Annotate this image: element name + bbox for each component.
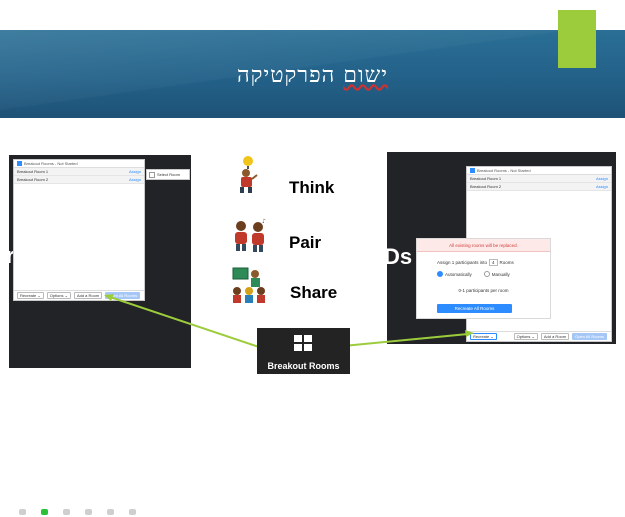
participants-icon[interactable] bbox=[63, 509, 70, 515]
mic-icon[interactable] bbox=[19, 509, 26, 515]
share-screen-icon[interactable] bbox=[41, 509, 48, 515]
grid-icon bbox=[294, 335, 312, 351]
record-icon[interactable] bbox=[107, 509, 114, 515]
breakout-rooms-button[interactable]: Breakout Rooms bbox=[257, 328, 350, 374]
breakout-rooms-label: Breakout Rooms bbox=[267, 361, 340, 371]
connector-arrows bbox=[104, 294, 474, 349]
chat-icon[interactable] bbox=[85, 509, 92, 515]
grid-icon[interactable] bbox=[129, 509, 136, 515]
meeting-toolbar bbox=[19, 507, 139, 517]
